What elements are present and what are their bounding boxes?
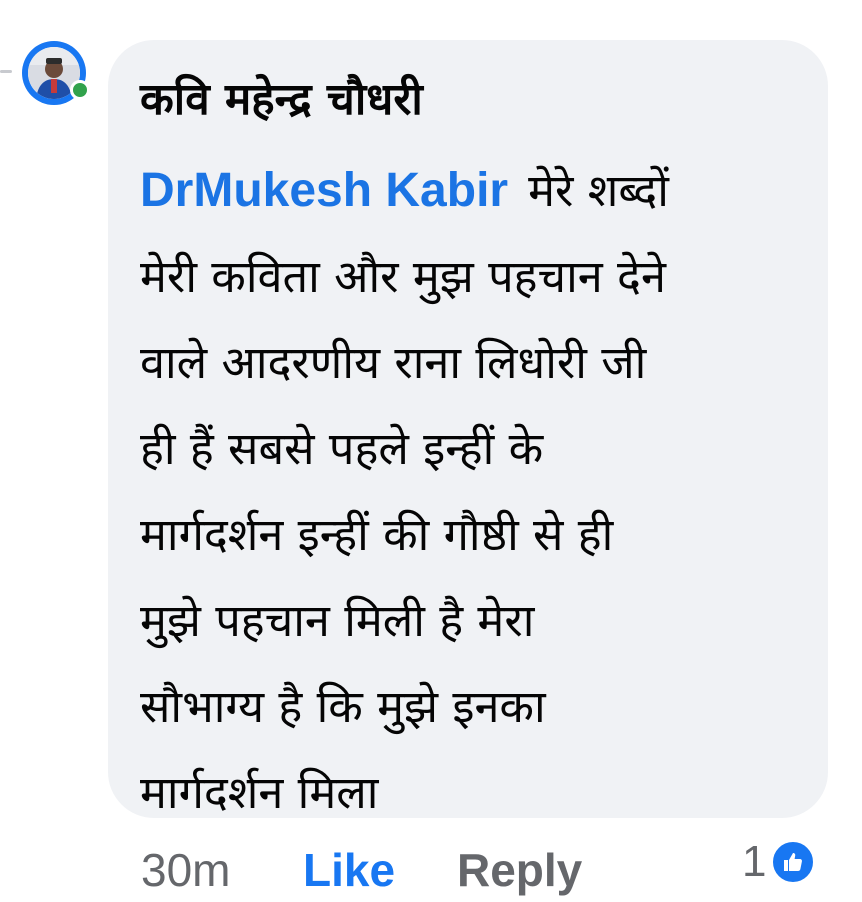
- comment-line: DrMukesh Kabir मेरे शब्दों: [140, 148, 800, 234]
- comment-line: ही हैं सबसे पहले इन्हीं के: [140, 422, 544, 475]
- comment-line: सौभाग्य है कि मुझे इनका: [140, 680, 546, 733]
- comment-line: मेरी कविता और मुझ पहचान देने: [140, 250, 666, 303]
- comment-timestamp[interactable]: 30m: [141, 838, 230, 902]
- cropped-previous-content: [470, 0, 610, 6]
- comment-line-text: मेरे शब्दों: [528, 164, 669, 217]
- comment-line: मार्गदर्शन इन्हीं की गौष्ठी से ही: [140, 508, 614, 561]
- reaction-summary[interactable]: 1: [742, 834, 817, 890]
- comment-line: वाले आदरणीय राना लिधोरी जी: [140, 336, 647, 389]
- comment-line: मुझे पहचान मिली है मेरा: [140, 594, 535, 647]
- thumbs-up-glyph-icon: [784, 853, 803, 871]
- comment-body: DrMukesh Kabir मेरे शब्दों मेरी कविता और …: [140, 148, 800, 836]
- online-status-dot: [70, 80, 90, 100]
- like-button[interactable]: Like: [303, 838, 395, 902]
- thread-connector-line: [0, 70, 12, 73]
- reply-button[interactable]: Reply: [457, 838, 582, 902]
- thumbs-up-icon: [770, 839, 817, 885]
- comment-author-name[interactable]: कवि महेन्द्र चौधरी: [140, 70, 423, 130]
- comment-line: मार्गदर्शन मिला: [140, 766, 379, 819]
- mention-link[interactable]: DrMukesh Kabir: [140, 164, 508, 217]
- reaction-count: 1: [742, 837, 767, 886]
